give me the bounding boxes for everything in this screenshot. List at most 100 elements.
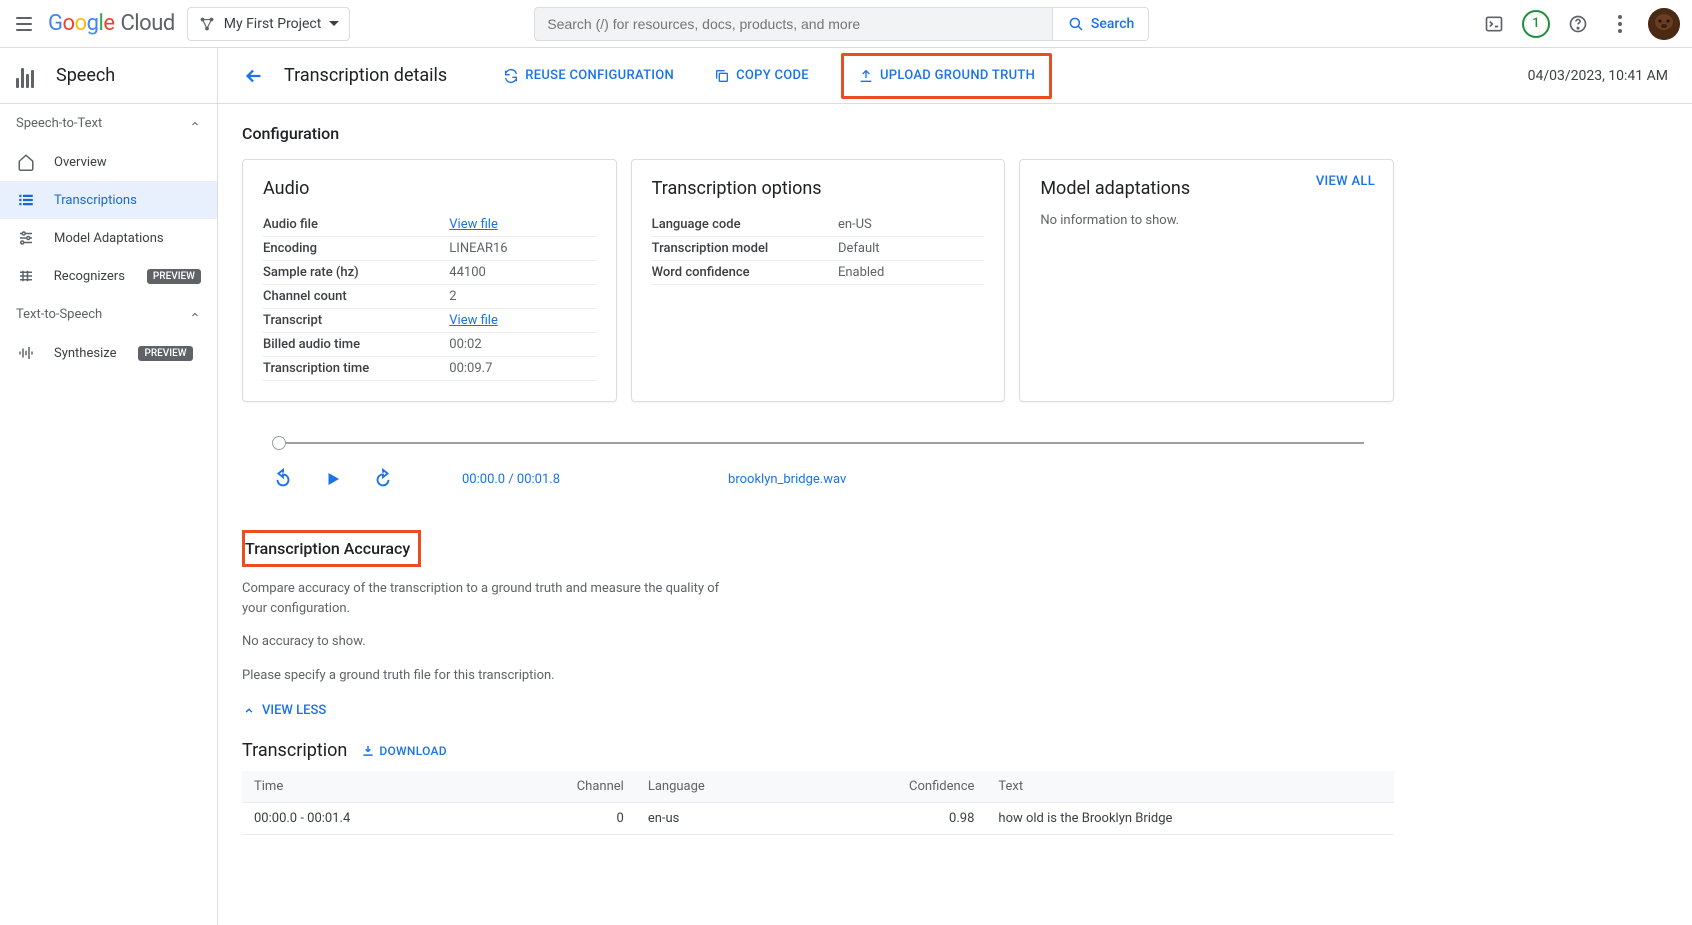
download-button[interactable]: DOWNLOAD [361, 744, 447, 758]
kv-row: TranscriptView file [263, 309, 596, 333]
no-accuracy-text: No accuracy to show. [242, 632, 742, 652]
rewind-icon[interactable] [272, 468, 294, 490]
transcription-title: Transcription [242, 740, 347, 761]
product-header: Speech [0, 48, 217, 104]
sidebar-item-label: Overview [54, 155, 107, 170]
table-cell: how old is the Brooklyn Bridge [986, 803, 1394, 835]
kv-key: Word confidence [652, 265, 838, 280]
audio-slider[interactable] [278, 442, 1364, 444]
kv-key: Sample rate (hz) [263, 265, 449, 280]
menu-icon[interactable] [12, 12, 36, 36]
upload-ground-truth-button[interactable]: UPLOAD GROUND TRUTH [841, 53, 1052, 99]
kv-value: en-US [838, 217, 984, 232]
accuracy-title: Transcription Accuracy [242, 530, 421, 567]
play-icon[interactable] [322, 468, 344, 490]
kv-key: Transcript [263, 313, 449, 328]
view-less-button[interactable]: VIEW LESS [242, 703, 1394, 718]
table-cell: 00:00.0 - 00:01.4 [242, 803, 490, 835]
sidebar-item-label: Synthesize [54, 346, 116, 361]
logo[interactable]: Google Cloud [48, 11, 175, 36]
kv-row: EncodingLINEAR16 [263, 237, 596, 261]
table-header: Text [986, 771, 1394, 803]
kv-key: Transcription model [652, 241, 838, 256]
sidebar-item-recognizers[interactable]: Recognizers PREVIEW [0, 257, 217, 295]
avatar[interactable] [1648, 8, 1680, 40]
table-header: Confidence [802, 771, 986, 803]
kv-row: Transcription time00:09.7 [263, 357, 596, 381]
accuracy-description: Compare accuracy of the transcription to… [242, 579, 742, 618]
table-cell: 0 [490, 803, 636, 835]
help-icon[interactable] [1564, 10, 1592, 38]
options-card: Transcription options Language codeen-US… [631, 159, 1006, 402]
product-title: Speech [56, 65, 115, 86]
empty-state-text: No information to show. [1040, 213, 1373, 228]
project-icon [198, 15, 216, 33]
player-filename: brooklyn_bridge.wav [728, 472, 846, 487]
more-icon[interactable] [1606, 10, 1634, 38]
kv-row: Billed audio time00:02 [263, 333, 596, 357]
page-title: Transcription details [284, 65, 447, 86]
transcription-table: TimeChannelLanguageConfidenceText 00:00.… [242, 771, 1394, 835]
notifications-badge[interactable]: 1 [1522, 10, 1550, 38]
preview-chip: PREVIEW [147, 269, 201, 284]
kv-row: Word confidenceEnabled [652, 261, 985, 285]
sidebar-item-label: Model Adaptations [54, 231, 164, 246]
kv-value[interactable]: View file [449, 217, 595, 232]
card-title: Audio [263, 178, 596, 199]
kv-key: Audio file [263, 217, 449, 232]
kv-value: Default [838, 241, 984, 256]
project-picker[interactable]: My First Project [187, 7, 351, 41]
adaptations-card: VIEW ALL Model adaptations No informatio… [1019, 159, 1394, 402]
table-header: Language [636, 771, 803, 803]
kv-key: Transcription time [263, 361, 449, 376]
back-arrow-icon[interactable] [242, 64, 266, 88]
table-header: Time [242, 771, 490, 803]
table-cell: en-us [636, 803, 803, 835]
kv-value[interactable]: View file [449, 313, 595, 328]
kv-key: Billed audio time [263, 337, 449, 352]
grid-icon [16, 266, 36, 286]
reuse-configuration-button[interactable]: REUSE CONFIGURATION [495, 62, 682, 90]
project-name: My First Project [224, 16, 322, 32]
searchbar: Search [534, 7, 1149, 41]
sidebar-item-overview[interactable]: Overview [0, 143, 217, 181]
kv-row: Language codeen-US [652, 213, 985, 237]
view-all-link[interactable]: VIEW ALL [1316, 174, 1375, 189]
nav-section-speech-to-text[interactable]: Speech-to-Text [0, 104, 217, 143]
kv-value: 00:02 [449, 337, 595, 352]
copy-code-button[interactable]: COPY CODE [706, 62, 817, 90]
search-input[interactable] [535, 8, 1052, 40]
sidebar-item-label: Recognizers [54, 269, 125, 284]
view-file-link[interactable]: View file [449, 313, 498, 328]
kv-value: 00:09.7 [449, 361, 595, 376]
cloud-shell-icon[interactable] [1480, 10, 1508, 38]
caret-down-icon [329, 21, 339, 26]
kv-value: 44100 [449, 265, 595, 280]
kv-row: Audio fileView file [263, 213, 596, 237]
search-button[interactable]: Search [1052, 8, 1148, 40]
sliders-icon [16, 228, 36, 248]
kv-row: Sample rate (hz)44100 [263, 261, 596, 285]
configuration-title: Configuration [242, 124, 1394, 143]
player-time: 00:00.0 / 00:01.8 [462, 472, 560, 487]
kv-key: Language code [652, 217, 838, 232]
table-row: 00:00.0 - 00:01.40en-us0.98how old is th… [242, 803, 1394, 835]
view-file-link[interactable]: View file [449, 217, 498, 232]
kv-row: Transcription modelDefault [652, 237, 985, 261]
nav-section-text-to-speech[interactable]: Text-to-Speech [0, 295, 217, 334]
kv-key: Encoding [263, 241, 449, 256]
forward-icon[interactable] [372, 468, 394, 490]
sidebar-item-transcriptions[interactable]: Transcriptions [0, 181, 217, 219]
table-header: Channel [490, 771, 636, 803]
timestamp: 04/03/2023, 10:41 AM [1528, 68, 1668, 84]
sidebar-item-label: Transcriptions [54, 193, 137, 208]
list-icon [16, 190, 36, 210]
speech-logo-icon [16, 64, 40, 88]
sidebar-item-synthesize[interactable]: Synthesize PREVIEW [0, 334, 217, 372]
sidebar-item-model-adaptations[interactable]: Model Adaptations [0, 219, 217, 257]
slider-thumb[interactable] [272, 436, 286, 450]
preview-chip: PREVIEW [138, 346, 192, 361]
home-icon [16, 152, 36, 172]
card-title: Transcription options [652, 178, 985, 199]
kv-value: 2 [449, 289, 595, 304]
